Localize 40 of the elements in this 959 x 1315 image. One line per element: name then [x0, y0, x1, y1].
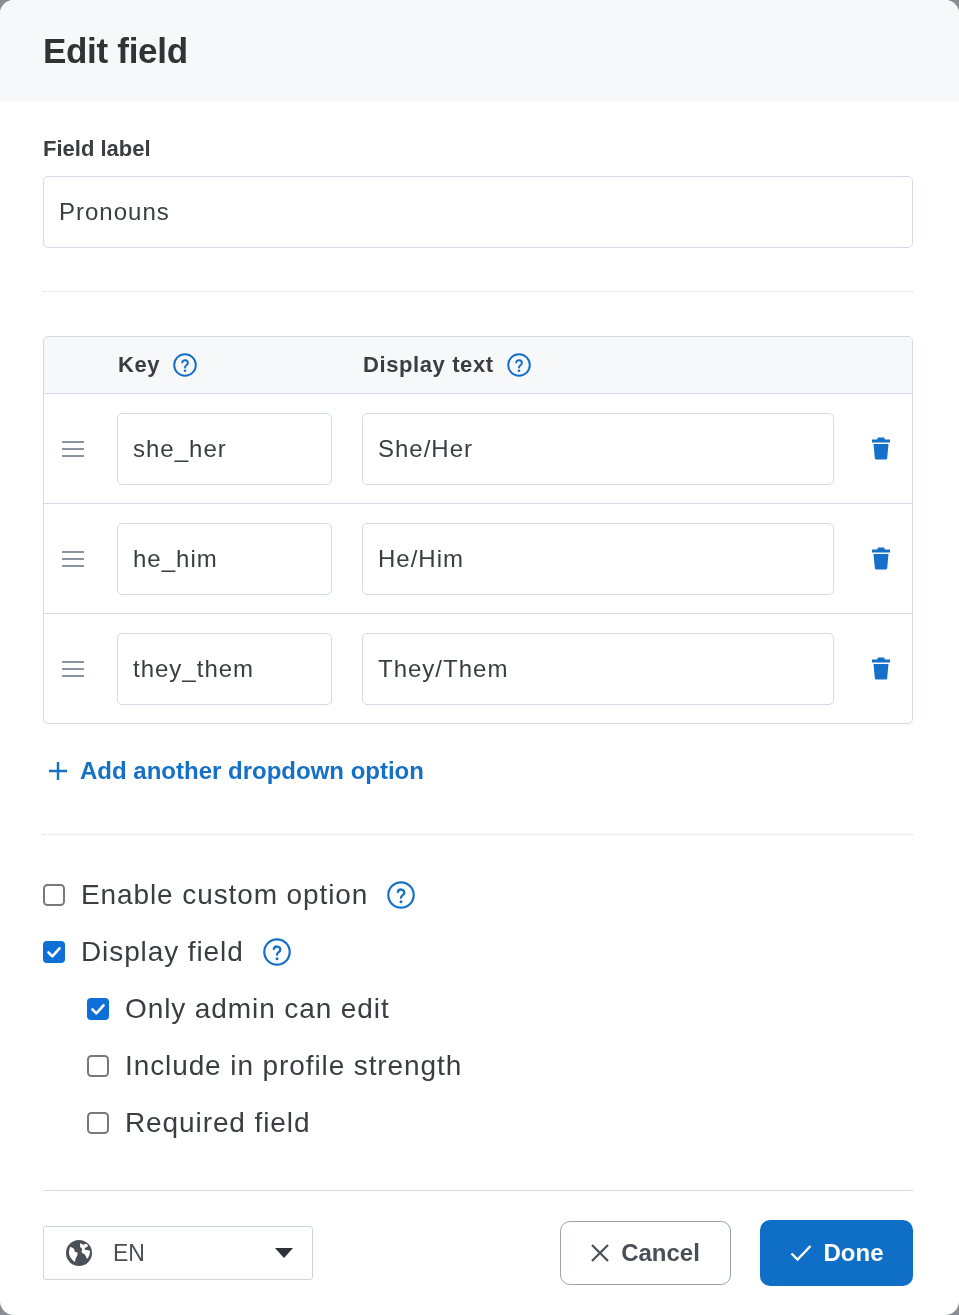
- trash-icon[interactable]: [872, 547, 890, 570]
- checkbox-label[interactable]: Required field: [125, 1106, 311, 1139]
- caret-down-icon: [275, 1248, 293, 1258]
- cancel-button[interactable]: Cancel: [560, 1221, 731, 1285]
- trash-icon[interactable]: [872, 657, 890, 680]
- key-input[interactable]: she_her: [117, 412, 332, 485]
- display-text-input[interactable]: They/Them: [362, 632, 834, 705]
- checkbox-label[interactable]: Display field: [81, 935, 244, 968]
- checkbox[interactable]: [87, 1111, 109, 1134]
- help-icon[interactable]: [387, 880, 416, 909]
- globe-icon: [66, 1240, 92, 1266]
- done-button[interactable]: Done: [760, 1220, 913, 1286]
- add-option-link[interactable]: Add another dropdown option: [43, 757, 424, 785]
- field-label: Field label: [43, 135, 151, 163]
- checkbox[interactable]: [87, 997, 109, 1020]
- column-header: Key: [118, 352, 161, 378]
- drag-handle-icon[interactable]: [62, 440, 84, 457]
- checkbox-label[interactable]: Enable custom option: [81, 878, 369, 911]
- drag-handle-icon[interactable]: [62, 550, 84, 567]
- language-select[interactable]: EN: [43, 1226, 313, 1280]
- checkbox[interactable]: [87, 1054, 109, 1077]
- checkbox[interactable]: [43, 940, 65, 963]
- checkbox[interactable]: [43, 883, 65, 906]
- check-icon: [789, 1244, 812, 1262]
- help-icon[interactable]: [173, 353, 198, 377]
- plus-icon: [48, 761, 68, 781]
- checkbox-label[interactable]: Include in profile strength: [125, 1049, 463, 1082]
- key-input[interactable]: they_them: [117, 632, 332, 705]
- help-icon[interactable]: [262, 937, 291, 966]
- drag-handle-icon[interactable]: [62, 660, 84, 677]
- dialog-title: Edit field: [43, 30, 188, 71]
- field-label-input[interactable]: Pronouns: [43, 176, 913, 248]
- key-input[interactable]: he_him: [117, 522, 332, 595]
- trash-icon[interactable]: [872, 437, 890, 460]
- help-icon[interactable]: [506, 353, 531, 377]
- close-icon: [591, 1244, 610, 1262]
- display-text-input[interactable]: He/Him: [362, 522, 834, 595]
- column-header: Display text: [363, 352, 494, 378]
- display-text-input[interactable]: She/Her: [362, 412, 834, 485]
- checkbox-label[interactable]: Only admin can edit: [125, 992, 390, 1025]
